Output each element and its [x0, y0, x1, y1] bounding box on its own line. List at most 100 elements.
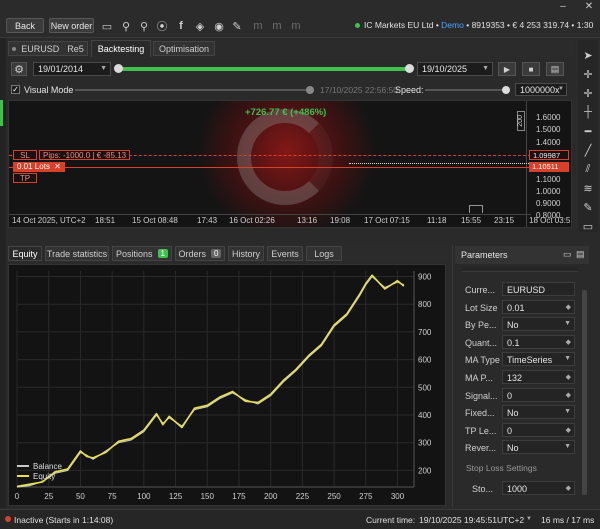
tab-optimisation[interactable]: Optimisation — [153, 41, 215, 56]
fibonacci-icon[interactable]: ≋ — [581, 181, 595, 195]
dropdown-icon[interactable]: ▼ — [564, 320, 571, 327]
dropdown-icon[interactable]: ▼ — [564, 408, 571, 415]
new-order-button[interactable]: New order — [49, 18, 94, 33]
zoom-in-icon[interactable]: ⚲ — [137, 19, 151, 33]
end-date-input[interactable]: 19/10/2025 ▼ — [417, 62, 493, 76]
param-label: Curre... — [465, 285, 496, 295]
draw-icon[interactable]: ✎ — [230, 19, 244, 33]
speed-slider-track[interactable] — [425, 89, 505, 91]
param-value-field[interactable]: No ▼ — [502, 440, 575, 455]
sl-tag[interactable]: SL — [13, 150, 37, 160]
tab-positions[interactable]: Positions 1 — [112, 246, 172, 261]
vertical-line-icon[interactable]: ┼ — [581, 105, 595, 119]
entry-line[interactable] — [9, 167, 531, 168]
hline-tool-icon[interactable]: ━ — [581, 124, 595, 138]
param-value-field[interactable]: 0.1 ◆ — [502, 334, 575, 349]
symbol-tab[interactable]: EURUSD Re5 — [8, 41, 88, 56]
spinner-icon[interactable]: ◆ — [566, 303, 571, 311]
spinner-icon[interactable]: ◆ — [566, 338, 571, 346]
range-start-handle[interactable] — [114, 64, 123, 73]
tab-events[interactable]: Events — [267, 246, 303, 261]
param-row: MA Type TimeSeries ▼ — [462, 352, 582, 368]
param-value-field[interactable]: 0 ◆ — [502, 422, 575, 437]
tp-tag[interactable]: TP — [13, 173, 37, 183]
tab-trade-statistics[interactable]: Trade statistics — [45, 246, 109, 261]
spinner-icon[interactable]: ◆ — [566, 373, 571, 381]
cursor-icon[interactable]: ➤ — [581, 48, 595, 62]
equity-chart[interactable]: 200 300 400 500 600 700 800 900 0 25 50 75 100 125 150… — [9, 265, 447, 507]
param-value-sto[interactable]: 1000 ◆ — [502, 481, 575, 495]
channel-icon[interactable]: ⫽ — [581, 162, 595, 176]
tab-equity[interactable]: Equity — [8, 246, 42, 261]
layout-icon[interactable]: ▭ — [100, 19, 114, 33]
y-tick-label: 300 — [418, 439, 432, 448]
time-tick-label: 16 Oct 02:26 — [229, 216, 275, 225]
pnl-label: +726.77 € (+486%) — [245, 107, 327, 118]
tab-backtesting[interactable]: Backtesting — [91, 40, 151, 57]
stop-icon[interactable]: ■ — [522, 62, 540, 76]
back-button[interactable]: Back — [6, 18, 44, 33]
open-folder-icon[interactable]: ▭ — [563, 249, 572, 260]
tab-history[interactable]: History — [228, 246, 264, 261]
zoom-out-icon[interactable]: ⚲ — [119, 19, 133, 33]
eye-icon[interactable]: ◉ — [212, 19, 226, 33]
visual-progress-handle[interactable] — [306, 86, 314, 94]
param-value-field[interactable]: No ▼ — [502, 405, 575, 420]
dropdown-icon[interactable]: ▼ — [564, 443, 571, 450]
demo-label: Demo — [441, 20, 464, 30]
crosshair-icon[interactable]: ✛ — [581, 67, 595, 81]
param-value-field[interactable]: EURUSD — [502, 282, 575, 296]
brush-icon[interactable]: ✎ — [581, 200, 595, 214]
tab-logs[interactable]: Logs — [306, 246, 342, 261]
spinner-icon[interactable]: ◆ — [566, 391, 571, 399]
settings-gear-icon[interactable]: ⚙ — [11, 62, 27, 76]
facebook-icon[interactable]: f — [174, 19, 188, 33]
save-report-icon[interactable]: ▤ — [546, 62, 564, 76]
layers-icon[interactable]: ◈ — [193, 19, 207, 33]
param-value-field[interactable]: TimeSeries ▼ — [502, 352, 575, 367]
param-value-field[interactable]: 0.01 ◆ — [502, 299, 575, 314]
marker-m3-icon[interactable]: m — [289, 19, 303, 33]
status-bar: Inactive (Starts in 1:14:08) Current tim… — [0, 509, 600, 529]
param-row: Fixed... No ▼ — [462, 405, 582, 421]
play-icon[interactable]: ▶ — [498, 62, 516, 76]
horizontal-line-icon[interactable]: ✛ — [581, 86, 595, 100]
timezone[interactable]: UTC+2 — [497, 515, 524, 525]
param-label: Fixed... — [465, 408, 495, 419]
param-value: 0 — [507, 425, 513, 436]
minimize-icon[interactable]: – — [556, 0, 570, 12]
tab-orders[interactable]: Orders 0 — [175, 246, 225, 261]
speed-select[interactable]: 1000000x ▼ — [515, 83, 567, 96]
timezone-dropdown-icon[interactable]: ▼ — [526, 516, 532, 522]
parameters-scrollbar[interactable] — [582, 290, 587, 495]
account-bar[interactable]: IC Markets EU Ltd • Demo • 8919353 • € 4… — [364, 20, 593, 30]
param-value-field[interactable]: 132 ◆ — [502, 370, 575, 384]
sto-value: 1000 — [507, 484, 528, 494]
close-icon[interactable]: ✕ — [582, 0, 596, 12]
param-value-field[interactable]: No ▼ — [502, 317, 575, 332]
marker-m2-icon[interactable]: m — [270, 19, 284, 33]
price-chart[interactable]: +726.77 € (+486%) 1.60001.50001.40001.30… — [8, 100, 572, 228]
spinner-icon[interactable]: ◆ — [566, 484, 571, 492]
start-date-input[interactable]: 19/01/2014 ▼ — [33, 62, 111, 76]
lots-tag[interactable]: 0.01 Lots ✕ — [13, 162, 65, 172]
save-params-icon[interactable]: ▤ — [576, 249, 585, 260]
legend-label-balance: Balance — [33, 461, 62, 471]
ruler-icon[interactable]: ▭ — [581, 219, 595, 233]
close-position-icon[interactable]: ✕ — [54, 162, 61, 171]
indicator-icon[interactable]: ⦿ — [155, 19, 169, 33]
period-separator — [469, 205, 483, 213]
dropdown-icon[interactable]: ▼ — [564, 355, 571, 362]
visual-mode-checkbox[interactable]: ✓ — [11, 85, 20, 94]
speed-slider-handle[interactable] — [502, 86, 510, 94]
range-end-handle[interactable] — [405, 64, 414, 73]
param-value-field[interactable]: 0 ◆ — [502, 387, 575, 402]
time-tick-label: 15 Oct 08:48 — [132, 216, 178, 225]
marker-m1-icon[interactable]: m — [251, 19, 265, 33]
trendline-icon[interactable]: ╱ — [581, 143, 595, 157]
param-row: TP Le... 0 ◆ — [462, 422, 582, 439]
x-tick-label: 250 — [327, 492, 341, 501]
spinner-icon[interactable]: ◆ — [566, 426, 571, 434]
price-line — [349, 163, 529, 164]
param-row-sto: Sto... 1000 ◆ — [462, 481, 582, 497]
